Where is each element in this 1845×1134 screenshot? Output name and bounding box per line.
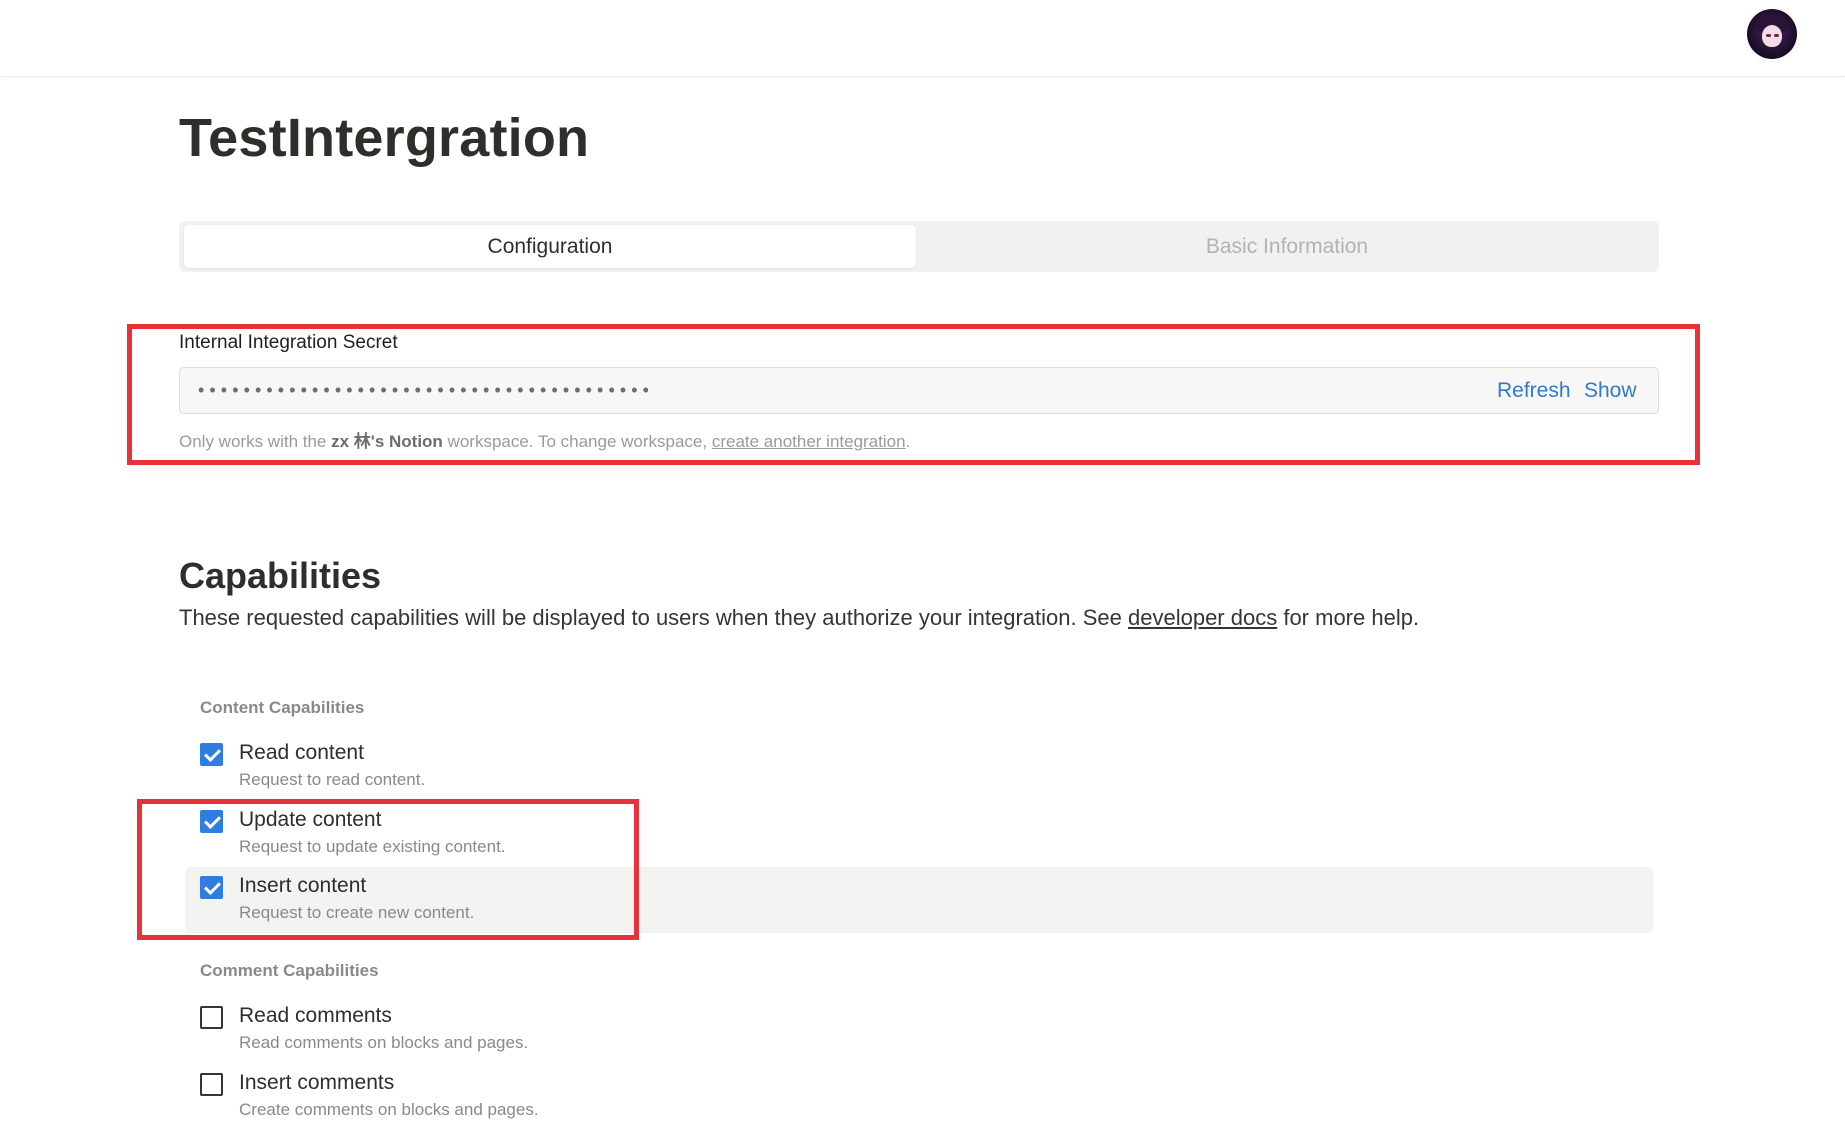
- capability-name: Read comments: [239, 1004, 392, 1027]
- tab-configuration[interactable]: Configuration: [184, 225, 916, 268]
- comment-capabilities-label: Comment Capabilities: [200, 961, 379, 980]
- content-capabilities-label: Content Capabilities: [200, 698, 365, 717]
- capability-insert-comments[interactable]: Insert comments Create comments on block…: [185, 1068, 1653, 1134]
- desc-prefix: These requested capabilities will be dis…: [179, 605, 1128, 630]
- avatar-eye-left: [1766, 34, 1771, 37]
- user-avatar-icon[interactable]: [1747, 9, 1797, 59]
- developer-docs-link[interactable]: developer docs: [1128, 605, 1277, 630]
- capability-description: Request to read content.: [239, 770, 426, 789]
- page-title: TestIntergration: [179, 108, 590, 168]
- capabilities-description: These requested capabilities will be dis…: [179, 605, 1419, 631]
- tab-bar: Configuration Basic Information: [179, 221, 1659, 272]
- tab-basic-information[interactable]: Basic Information: [921, 225, 1653, 268]
- annotation-box-secret: [127, 324, 1700, 465]
- avatar-face: [1762, 25, 1782, 47]
- avatar-eye-right: [1774, 34, 1779, 37]
- top-bar: [0, 0, 1845, 76]
- capability-description: Create comments on blocks and pages.: [239, 1100, 539, 1119]
- desc-suffix: for more help.: [1277, 605, 1420, 630]
- insert-comments-checkbox[interactable]: [200, 1073, 223, 1096]
- read-comments-checkbox[interactable]: [200, 1006, 223, 1029]
- capability-description: Read comments on blocks and pages.: [239, 1033, 529, 1052]
- read-content-checkbox[interactable]: [200, 743, 223, 766]
- capability-name: Insert comments: [239, 1071, 395, 1094]
- capability-read-comments[interactable]: Read comments Read comments on blocks an…: [185, 1001, 1653, 1067]
- capability-read-content[interactable]: Read content Request to read content.: [185, 738, 1653, 804]
- capability-name: Read content: [239, 741, 364, 764]
- annotation-box-capabilities: [137, 799, 639, 940]
- capabilities-title: Capabilities: [179, 555, 382, 596]
